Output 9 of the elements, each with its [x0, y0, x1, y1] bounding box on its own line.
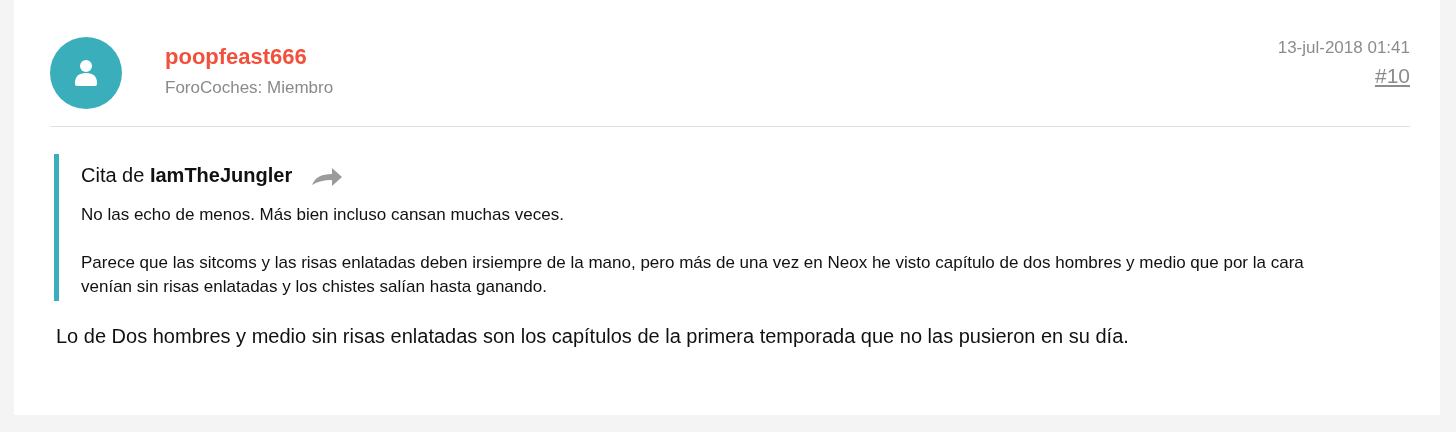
username-link[interactable]: poopfeast666	[165, 44, 334, 70]
quote-header: Cita de IamTheJungler	[81, 164, 293, 187]
post-body: Lo de Dos hombres y medio sin risas enlatadas son los capítulos de la primera temporada que no las pusieron en su día.	[56, 325, 1130, 348]
quote-paragraph: Parece que las sitcoms y las risas enlatadas deben irsiempre de la mano, pero más de una vez en Neox he visto capítulo de dos hombres y medio que por la cara venían sin risas enlatadas y los chistes salían hasta ganando.	[81, 252, 1305, 298]
post-date: 13-jul-2018 01:41	[1277, 38, 1410, 58]
post-number-link[interactable]: #10	[1374, 64, 1410, 88]
quote-paragraph: No las echo de menos. Más bien incluso cansan muchas veces.	[81, 204, 565, 226]
user-title: ForoCoches: Miembro	[165, 78, 334, 98]
avatar-icon	[50, 37, 122, 109]
